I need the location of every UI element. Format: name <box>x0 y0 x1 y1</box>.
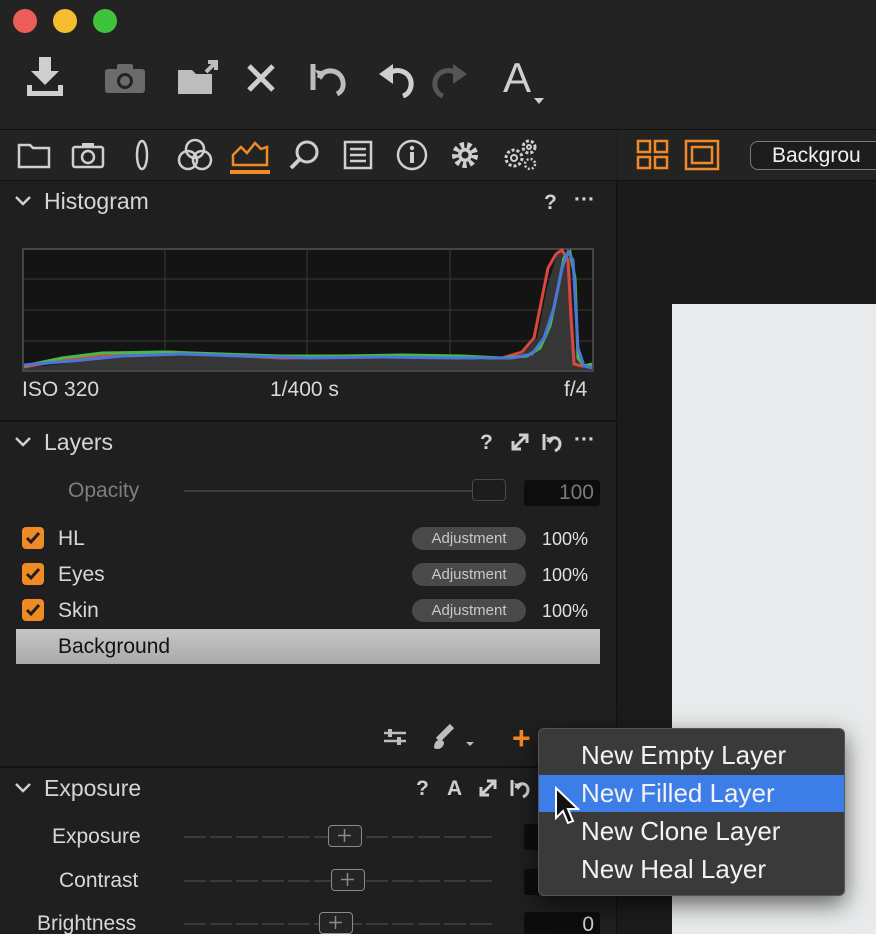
layers-more-button[interactable]: ··· <box>574 428 595 452</box>
menu-item-new-filled-layer[interactable]: New Filled Layer <box>539 775 844 812</box>
contrast-slider-knob[interactable] <box>331 869 365 891</box>
menu-item-new-clone-layer[interactable]: New Clone Layer <box>539 813 844 850</box>
layer-opacity: 100% <box>542 601 589 621</box>
text-cursor-icon[interactable]: A <box>492 52 544 104</box>
exposure-collapse-chevron-icon[interactable] <box>14 782 32 794</box>
grid-view-icon[interactable] <box>636 139 670 171</box>
layer-name[interactable]: HL <box>58 527 85 551</box>
histogram-shutter: 1/400 s <box>270 378 339 401</box>
background-layer-row[interactable]: Background <box>16 629 600 664</box>
layer-type-badge: Adjustment <box>412 563 526 586</box>
layer-checkbox[interactable] <box>22 563 44 585</box>
opacity-value[interactable]: 100 <box>524 480 600 506</box>
auto-exposure-button[interactable]: A <box>447 777 462 801</box>
opacity-slider-track[interactable] <box>184 490 494 492</box>
import-icon[interactable] <box>20 52 70 104</box>
reset-icon[interactable] <box>508 777 532 799</box>
details-icon[interactable] <box>338 136 378 174</box>
redo-icon[interactable] <box>424 52 474 104</box>
lens-icon[interactable] <box>122 136 162 174</box>
histogram-help-button[interactable]: ? <box>544 191 557 215</box>
expand-icon[interactable] <box>510 432 530 452</box>
layer-name[interactable]: Eyes <box>58 563 105 587</box>
minimize-window-button[interactable] <box>53 9 77 33</box>
add-layer-button[interactable]: + <box>512 722 531 754</box>
histogram-collapse-chevron-icon[interactable] <box>14 195 32 207</box>
layer-name[interactable]: Skin <box>58 599 99 623</box>
histogram-graph <box>22 248 594 372</box>
histogram-more-button[interactable]: ··· <box>574 188 595 212</box>
text-tool-label: A <box>502 54 531 101</box>
layer-select-dropdown[interactable]: Backgrou <box>750 141 876 170</box>
layers-help-button[interactable]: ? <box>480 431 493 455</box>
menu-item-new-heal-layer[interactable]: New Heal Layer <box>539 851 844 888</box>
menu-item-new-empty-layer[interactable]: New Empty Layer <box>539 737 844 774</box>
exposure-slider-knob[interactable] <box>328 825 362 847</box>
gear-icon[interactable] <box>445 136 485 174</box>
camera-icon[interactable] <box>68 136 108 174</box>
opacity-label: Opacity <box>68 479 140 502</box>
color-icon[interactable] <box>175 136 215 174</box>
adjustments-icon[interactable] <box>382 726 408 748</box>
zoom-window-button[interactable] <box>93 9 117 33</box>
exposure-icon[interactable] <box>230 136 270 174</box>
layers-title: Layers <box>44 429 114 455</box>
section-divider <box>0 420 617 422</box>
opacity-slider-knob[interactable] <box>472 479 506 501</box>
brightness-slider-knob[interactable] <box>319 912 353 934</box>
exposure-help-button[interactable]: ? <box>416 777 429 801</box>
layer-checkbox[interactable] <box>22 527 44 549</box>
background-layer-name: Background <box>58 635 171 658</box>
folder-icon[interactable] <box>14 136 54 174</box>
mouse-cursor-icon <box>554 786 580 826</box>
brush-icon[interactable] <box>430 722 478 752</box>
layers-collapse-chevron-icon[interactable] <box>14 436 32 448</box>
single-view-icon[interactable] <box>684 139 720 171</box>
reset-icon[interactable] <box>540 431 564 453</box>
exposure-slider-label: Exposure <box>52 825 141 848</box>
camera-icon[interactable] <box>100 52 150 104</box>
undo-icon[interactable] <box>302 52 352 104</box>
layer-type-badge: Adjustment <box>412 527 526 550</box>
histogram-title: Histogram <box>44 188 149 214</box>
layer-checkbox[interactable] <box>22 599 44 621</box>
layer-opacity: 100% <box>542 529 589 549</box>
histogram-iso: ISO 320 <box>22 378 100 401</box>
zoom-icon[interactable] <box>284 136 324 174</box>
undo-arrow-icon[interactable] <box>372 52 422 104</box>
delete-icon[interactable] <box>236 52 286 104</box>
layer-type-badge: Adjustment <box>412 599 526 622</box>
close-window-button[interactable] <box>13 9 37 33</box>
layer-opacity: 100% <box>542 565 589 585</box>
brightness-slider-label: Brightness <box>37 912 137 934</box>
export-icon[interactable] <box>175 52 225 104</box>
add-layer-context-menu: New Empty Layer New Filled Layer New Clo… <box>538 728 845 896</box>
layer-select-value: Backgrou <box>772 144 861 167</box>
contrast-slider-label: Contrast <box>59 869 139 892</box>
expand-icon[interactable] <box>478 778 498 798</box>
brightness-value[interactable]: 0 <box>524 912 600 934</box>
gears-icon[interactable] <box>500 136 540 174</box>
exposure-title: Exposure <box>44 775 142 801</box>
histogram-aperture: f/4 <box>564 378 588 401</box>
info-icon[interactable] <box>392 136 432 174</box>
section-divider <box>0 766 617 768</box>
